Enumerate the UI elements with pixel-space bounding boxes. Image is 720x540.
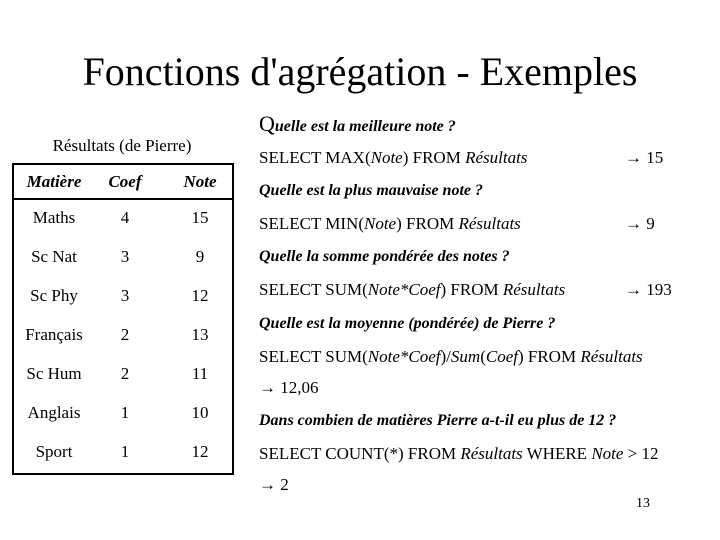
sql-part: SELECT MAX( <box>259 148 371 167</box>
table-row-note: 10 <box>191 403 209 422</box>
table-row-matiere: Sc Phy <box>30 286 78 305</box>
table-row-note: 11 <box>191 364 209 383</box>
table-row-matiere: Maths <box>32 208 76 227</box>
sql-function: Sum <box>450 347 481 366</box>
sql-max: SELECT MAX(Note) FROM Résultats <box>259 147 527 169</box>
sql-part: SELECT SUM( <box>259 280 368 299</box>
table-row-note: 15 <box>191 208 209 227</box>
sql-avg: SELECT SUM(Note*Coef)/Sum(Coef) FROM Rés… <box>259 346 643 368</box>
header-matiere: Matière <box>26 172 82 191</box>
results-table: Matière Coef Note Maths 4 15 Sc Nat 3 9 … <box>12 163 234 475</box>
sql-column: Note <box>364 214 397 233</box>
sql-part: SELECT MIN( <box>259 214 364 233</box>
sql-table: Résultats <box>580 347 643 366</box>
table-row-coef: 4 <box>120 208 130 227</box>
sql-column: Coef <box>485 347 518 366</box>
sql-count: SELECT COUNT(*) FROM Résultats WHERE Not… <box>259 443 659 465</box>
sql-column: Note*Coef <box>367 347 441 366</box>
table-row-matiere: Sport <box>35 442 73 461</box>
table-row-matiere: Sc Hum <box>26 364 82 383</box>
sql-part: )/ <box>440 347 451 366</box>
question-max: Quelle est la meilleure note ? <box>259 113 456 138</box>
result-min: → 9 <box>625 214 655 233</box>
sql-part: WHERE <box>522 444 592 463</box>
slide-title: Fonctions d'agrégation - Exemples <box>82 49 638 94</box>
sql-column: Note <box>591 444 624 463</box>
question-initial: Q <box>259 111 275 136</box>
result-avg: → 12,06 <box>259 378 319 397</box>
page-number: 13 <box>636 496 650 511</box>
table-row-coef: 2 <box>120 325 130 344</box>
question-count: Dans combien de matières Pierre a-t-il e… <box>259 412 617 429</box>
sql-column: Note <box>370 148 403 167</box>
sql-min: SELECT MIN(Note) FROM Résultats <box>259 213 521 235</box>
header-separator <box>14 198 232 200</box>
table-row-coef: 3 <box>120 286 130 305</box>
sql-table: Résultats <box>460 444 523 463</box>
table-caption: Résultats (de Pierre) <box>52 136 192 155</box>
sql-column: Note*Coef <box>367 280 441 299</box>
sql-part: > 12 <box>623 444 659 463</box>
table-row-coef: 1 <box>120 442 130 461</box>
result-sum: → 193 <box>625 280 672 299</box>
sql-part: ) FROM <box>440 280 503 299</box>
header-coef: Coef <box>108 172 142 191</box>
sql-part: SELECT SUM( <box>259 347 368 366</box>
question-min: Quelle est la plus mauvaise note ? <box>259 182 483 199</box>
table-row-matiere: Français <box>25 325 83 344</box>
question-avg: Quelle est la moyenne (pondérée) de Pier… <box>259 315 556 332</box>
sql-part: ) FROM <box>402 148 466 167</box>
sql-part: ) FROM <box>396 214 459 233</box>
table-row-coef: 1 <box>120 403 130 422</box>
sql-table: Résultats <box>458 214 521 233</box>
table-row-note: 9 <box>195 247 205 266</box>
sql-table: Résultats <box>502 280 566 299</box>
table-row-matiere: Sc Nat <box>31 247 77 266</box>
table-row-matiere: Anglais <box>27 403 81 422</box>
sql-table: Résultats <box>465 148 528 167</box>
result-count: → 2 <box>259 475 289 494</box>
result-max: → 15 <box>625 148 664 167</box>
sql-part: ) FROM <box>517 347 581 366</box>
table-row-coef: 2 <box>120 364 130 383</box>
table-row-note: 12 <box>191 286 209 305</box>
table-row-note: 12 <box>191 442 209 461</box>
sql-part: SELECT COUNT(*) FROM <box>259 444 461 463</box>
question-text: uelle est la meilleure note ? <box>274 118 456 135</box>
table-row-coef: 3 <box>120 247 130 266</box>
sql-sum: SELECT SUM(Note*Coef) FROM Résultats <box>259 279 565 301</box>
table-row-note: 13 <box>191 325 209 344</box>
question-sum: Quelle la somme pondérée des notes ? <box>259 248 510 265</box>
header-note: Note <box>183 172 217 191</box>
